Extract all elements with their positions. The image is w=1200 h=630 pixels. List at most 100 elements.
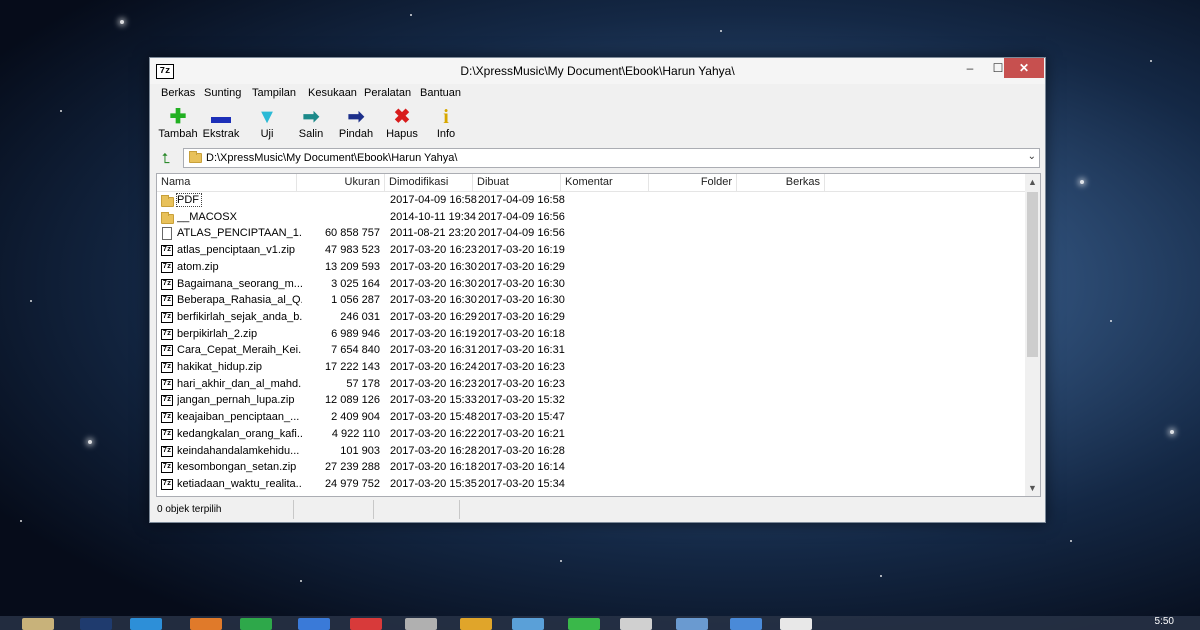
up-folder-icon[interactable]: ⮤ xyxy=(158,150,174,166)
archive-icon: 7z xyxy=(161,478,173,490)
row-name: kedangkalan_orang_kafi... xyxy=(177,427,302,440)
row-size: 24 979 752 xyxy=(324,477,380,490)
taskbar-app-icon[interactable] xyxy=(460,618,492,630)
extract-button[interactable]: ▬ Ekstrak xyxy=(196,106,246,140)
table-row[interactable]: 7z keajaiban_penciptaan_... 2 409 904 2017-… xyxy=(157,410,1025,426)
menu-bantuan[interactable]: Bantuan xyxy=(420,87,461,99)
table-row[interactable]: 7z atlas_penciptaan_v1.zip 47 983 523 2017-… xyxy=(157,243,1025,259)
taskbar-app-icon[interactable] xyxy=(405,618,437,630)
title-bar[interactable]: 7z D:\XpressMusic\My Document\Ebook\Haru… xyxy=(150,58,1045,84)
table-row[interactable]: 7z hakikat_hidup.zip 17 222 143 2017-03-20 … xyxy=(157,360,1025,376)
move-arrow-icon: ➡ xyxy=(347,106,365,128)
address-combobox[interactable]: D:\XpressMusic\My Document\Ebook\Harun Y… xyxy=(183,148,1040,168)
test-button-label: Uji xyxy=(260,128,274,140)
delete-button[interactable]: ✖ Hapus xyxy=(377,106,427,140)
file-icon xyxy=(162,227,172,241)
row-size: 57 178 xyxy=(346,377,380,390)
taskbar-explorer-icon[interactable] xyxy=(22,618,54,630)
taskbar-app-icon[interactable] xyxy=(620,618,652,630)
row-size: 27 239 288 xyxy=(324,461,380,474)
row-modified: 2017-03-20 16:30 xyxy=(390,277,477,290)
archive-icon: 7z xyxy=(161,395,173,407)
minimize-button[interactable]: – xyxy=(956,58,984,78)
scroll-down-icon[interactable]: ▼ xyxy=(1025,480,1040,496)
row-modified: 2017-03-20 16:23 xyxy=(390,377,477,390)
table-row[interactable]: 7z Cara_Cepat_Meraih_Kei... 7 654 840 2017-… xyxy=(157,343,1025,359)
row-modified: 2017-04-09 16:58 xyxy=(390,194,477,206)
row-created: 2017-04-09 16:56 xyxy=(478,227,565,240)
taskbar-7zip-icon[interactable] xyxy=(780,618,812,630)
archive-icon: 7z xyxy=(161,362,173,373)
column-header-folder[interactable]: Folder xyxy=(649,174,737,191)
taskbar-chrome-icon[interactable] xyxy=(350,618,382,630)
column-header-created[interactable]: Dibuat xyxy=(473,174,561,191)
column-header-name[interactable]: Nama xyxy=(157,174,297,191)
window-title: D:\XpressMusic\My Document\Ebook\Harun Y… xyxy=(460,64,735,78)
info-button[interactable]: i Info xyxy=(421,106,471,140)
row-created: 2017-03-20 15:34 xyxy=(478,477,565,490)
file-list[interactable]: Nama Ukuran Dimodifikasi Dibuat Komentar… xyxy=(156,173,1041,497)
table-row[interactable]: 7z keindahandalamkehidu... 101 903 2017-03-… xyxy=(157,444,1025,460)
row-modified: 2017-03-20 16:31 xyxy=(390,344,477,357)
move-button[interactable]: ➡ Pindah xyxy=(331,106,381,140)
table-row[interactable]: 7z berfikirlah_sejak_anda_b... 246 031 2017… xyxy=(157,310,1025,326)
table-row[interactable]: 7z jangan_pernah_lupa.zip 12 089 126 2017-0… xyxy=(157,393,1025,409)
table-row[interactable]: 7z ketiadaan_waktu_realita... 24 979 752 20… xyxy=(157,477,1025,493)
star xyxy=(1150,60,1152,62)
column-header-files[interactable]: Berkas xyxy=(737,174,825,191)
row-size: 246 031 xyxy=(340,310,380,323)
scrollbar-thumb[interactable] xyxy=(1027,192,1038,357)
table-row[interactable]: ATLAS_PENCIPTAAN_1.... 60 858 757 2011-08-… xyxy=(157,226,1025,242)
row-modified: 2017-03-20 16:24 xyxy=(390,361,477,373)
taskbar-app-icon[interactable] xyxy=(730,618,762,630)
taskbar-clock[interactable]: 5:50 xyxy=(1155,616,1174,627)
table-row[interactable]: 7z atom.zip 13 209 593 2017-03-20 16:30 2017… xyxy=(157,260,1025,276)
row-size: 4 922 110 xyxy=(331,427,380,440)
menu-peralatan[interactable]: Peralatan xyxy=(364,87,411,99)
row-created: 2017-03-20 16:23 xyxy=(478,361,565,373)
menu-berkas[interactable]: Berkas xyxy=(161,87,195,99)
archive-icon: 7z xyxy=(161,412,173,424)
folder-icon xyxy=(161,195,174,207)
taskbar-firefox-icon[interactable] xyxy=(298,618,330,630)
column-header-size[interactable]: Ukuran xyxy=(297,174,385,191)
table-row[interactable]: 7z Beberapa_Rahasia_al_Q... 1 056 287 2017-… xyxy=(157,293,1025,309)
table-row[interactable]: 7z berpikirlah_2.zip 6 989 946 2017-03-20 1… xyxy=(157,327,1025,343)
table-row[interactable]: 7z hari_akhir_dan_al_mahd... 57 178 2017-03… xyxy=(157,377,1025,393)
status-modified xyxy=(374,500,460,519)
vertical-scrollbar[interactable]: ▲ ▼ xyxy=(1025,174,1040,496)
copy-button[interactable]: ➡ Salin xyxy=(286,106,336,140)
taskbar-app-icon[interactable] xyxy=(568,618,600,630)
row-modified: 2017-03-20 16:28 xyxy=(390,444,477,457)
menu-sunting[interactable]: Sunting xyxy=(204,87,241,99)
table-row[interactable]: PDF 2017-04-09 16:58 2017-04-09 16:58 xyxy=(157,193,1025,209)
table-row[interactable]: 7z kedangkalan_orang_kafi... 4 922 110 2017… xyxy=(157,427,1025,443)
taskbar-app-icon[interactable] xyxy=(676,618,708,630)
menu-kesukaan[interactable]: Kesukaan xyxy=(308,87,357,99)
chevron-down-icon[interactable]: ⌄ xyxy=(1028,151,1036,162)
row-created: 2017-04-09 16:58 xyxy=(478,194,565,206)
row-size: 101 903 xyxy=(340,444,380,457)
taskbar-app-icon[interactable] xyxy=(130,618,162,630)
table-row[interactable]: 7z Bagaimana_seorang_m... 3 025 164 2017-03… xyxy=(157,277,1025,293)
test-button[interactable]: ▼ Uji xyxy=(242,106,292,140)
row-modified: 2017-03-20 16:23 xyxy=(390,244,477,257)
column-header-modified[interactable]: Dimodifikasi xyxy=(385,174,473,191)
taskbar-photoshop-icon[interactable] xyxy=(80,618,112,630)
taskbar-app-icon[interactable] xyxy=(240,618,272,630)
taskbar-wifi-icon[interactable] xyxy=(512,618,544,630)
close-button[interactable]: ✕ xyxy=(1004,58,1044,78)
row-created: 2017-03-20 16:30 xyxy=(478,277,565,290)
row-size: 60 858 757 xyxy=(324,227,380,240)
scroll-up-icon[interactable]: ▲ xyxy=(1025,174,1040,190)
menu-bar: Berkas Sunting Tampilan Kesukaan Peralat… xyxy=(150,85,1045,103)
table-row[interactable]: 7z kesombongan_setan.zip 27 239 288 2017-03… xyxy=(157,460,1025,476)
menu-tampilan[interactable]: Tampilan xyxy=(252,87,296,99)
column-header-comment[interactable]: Komentar xyxy=(561,174,649,191)
row-created: 2017-03-20 15:47 xyxy=(478,411,565,424)
row-size: 7 654 840 xyxy=(331,344,380,357)
copy-arrow-icon: ➡ xyxy=(302,106,320,128)
taskbar-app-icon[interactable] xyxy=(190,618,222,630)
star xyxy=(720,30,722,32)
table-row[interactable]: __MACOSX 2014-10-11 19:34 2017-04-09 16:56 xyxy=(157,210,1025,226)
